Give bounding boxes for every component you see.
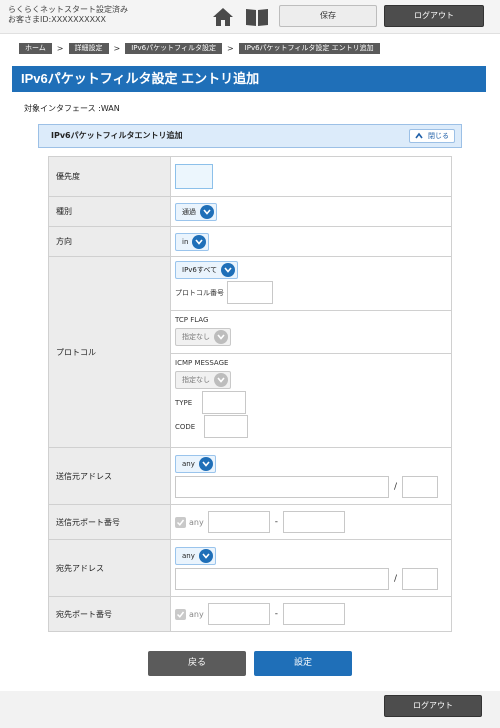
protocol-label: プロトコル [48, 256, 171, 448]
tcp-flag-section: TCP FLAG 指定なし [171, 311, 451, 354]
src-port-any-checkbox[interactable] [175, 516, 186, 528]
row-protocol: プロトコル IPv6すべて プロトコル番号 TCP FLAG 指定なし ICMP… [48, 256, 452, 448]
range-dash: - [274, 609, 278, 619]
protocol-select-value: IPv6すべて [182, 266, 218, 274]
src-address-select-value: any [182, 459, 195, 468]
panel-header: IPv6パケットフィルタエントリ追加 閉じる [38, 124, 462, 148]
protocol-section: IPv6すべて プロトコル番号 [171, 257, 451, 311]
status-text: らくらくネットスタート設定済み お客さまID:XXXXXXXXXX [8, 5, 128, 25]
target-interface: 対象インタフェース :WAN [24, 104, 120, 113]
icmp-type-input[interactable] [201, 391, 246, 414]
chevron-down-icon [214, 373, 228, 387]
range-dash: - [274, 517, 278, 527]
row-src-address: 送信元アドレス any / [48, 447, 452, 505]
prefix-slash: / [394, 481, 398, 492]
row-type: 種別 通過 [48, 196, 452, 227]
entry-form-table: 優先度 種別 通過 方向 in プロトコル IPv6すべて プロトコル番号 TC… [48, 156, 452, 632]
row-direction: 方向 in [48, 226, 452, 257]
src-port-label: 送信元ポート番号 [48, 504, 171, 540]
src-address-label: 送信元アドレス [48, 447, 171, 505]
protocol-number-label: プロトコル番号 [175, 289, 224, 297]
logout-button-top[interactable]: ログアウト [384, 5, 484, 27]
home-icon[interactable] [212, 7, 234, 27]
chevron-down-icon [214, 330, 228, 344]
src-address-input[interactable] [175, 475, 389, 498]
breadcrumb-separator: > [226, 43, 234, 53]
direction-select[interactable]: in [175, 232, 210, 251]
row-src-port: 送信元ポート番号 any - [48, 504, 452, 540]
row-dst-port: 宛先ポート番号 any - [48, 596, 452, 632]
dst-prefix-input[interactable] [402, 567, 439, 590]
direction-select-value: in [182, 237, 189, 246]
breadcrumb-separator: > [56, 43, 64, 53]
priority-input[interactable] [175, 164, 213, 189]
dst-address-label: 宛先アドレス [48, 539, 171, 597]
chevron-down-icon [198, 548, 213, 563]
tcp-flag-select-value: 指定なし [182, 333, 210, 341]
row-dst-address: 宛先アドレス any / [48, 539, 452, 597]
protocol-number-input[interactable] [226, 281, 273, 304]
tcp-flag-label: TCP FLAG [175, 316, 209, 324]
collapse-label: 閉じる [428, 132, 449, 140]
dst-address-select[interactable]: any [175, 546, 216, 565]
src-port-end-input[interactable] [282, 511, 345, 533]
src-port-start-input[interactable] [207, 511, 270, 533]
breadcrumb-ipv6-filter[interactable]: IPv6パケットフィルタ設定 [125, 42, 222, 54]
icmp-message-label: ICMP MESSAGE [175, 359, 229, 367]
type-label: 種別 [48, 196, 171, 227]
dst-port-start-input[interactable] [207, 603, 270, 625]
status-line-customer-id: お客さまID:XXXXXXXXXX [8, 15, 107, 24]
page-title: IPv6パケットフィルタ設定 エントリ追加 [12, 66, 486, 92]
dst-address-input[interactable] [175, 567, 389, 590]
priority-cell [170, 156, 452, 197]
row-priority: 優先度 [48, 156, 452, 197]
icmp-type-label: TYPE [175, 399, 193, 407]
icmp-code-label: CODE [175, 423, 196, 431]
footer-bar: ログアウト [0, 691, 500, 728]
logout-button-bottom[interactable]: ログアウト [384, 695, 482, 717]
status-line-setup: らくらくネットスタート設定済み [8, 5, 128, 14]
dst-address-select-value: any [182, 551, 195, 560]
chevron-down-icon [221, 263, 236, 277]
panel-title: IPv6パケットフィルタエントリ追加 [51, 131, 183, 140]
dst-port-end-input[interactable] [282, 603, 345, 625]
direction-label: 方向 [48, 226, 171, 257]
prefix-slash: / [394, 573, 398, 584]
back-button[interactable]: 戻る [148, 651, 246, 676]
chevron-down-icon [192, 234, 207, 249]
icmp-section: ICMP MESSAGE 指定なし TYPE CODE [171, 354, 451, 447]
type-select[interactable]: 通過 [175, 202, 217, 221]
dst-port-label: 宛先ポート番号 [48, 596, 171, 632]
book-icon[interactable] [245, 7, 269, 27]
icmp-code-input[interactable] [203, 415, 248, 438]
breadcrumb-current: IPv6パケットフィルタ設定 エントリ追加 [238, 42, 380, 54]
src-port-any-label: any [189, 517, 204, 527]
breadcrumb: ホーム > 詳細設定 > IPv6パケットフィルタ設定 > IPv6パケットフィ… [19, 42, 380, 54]
check-icon [177, 519, 184, 526]
breadcrumb-separator: > [113, 43, 121, 53]
type-select-value: 通過 [182, 207, 196, 216]
tcp-flag-select[interactable]: 指定なし [175, 328, 231, 346]
chevron-up-icon [415, 132, 423, 139]
icmp-message-select[interactable]: 指定なし [175, 371, 231, 389]
protocol-select[interactable]: IPv6すべて [175, 261, 239, 279]
src-prefix-input[interactable] [402, 475, 439, 498]
top-header: らくらくネットスタート設定済み お客さまID:XXXXXXXXXX 保存 ログア… [0, 0, 500, 34]
chevron-down-icon [198, 456, 213, 471]
icmp-message-select-value: 指定なし [182, 376, 210, 384]
submit-button[interactable]: 設定 [254, 651, 352, 676]
priority-label: 優先度 [48, 156, 171, 197]
collapse-button[interactable]: 閉じる [409, 129, 455, 143]
dst-port-any-label: any [189, 609, 204, 619]
save-button[interactable]: 保存 [279, 5, 377, 27]
breadcrumb-home[interactable]: ホーム [19, 42, 52, 54]
check-icon [177, 611, 184, 618]
chevron-down-icon [200, 204, 214, 219]
dst-port-any-checkbox[interactable] [175, 608, 186, 620]
breadcrumb-advanced-settings[interactable]: 詳細設定 [68, 42, 109, 54]
src-address-select[interactable]: any [175, 454, 216, 473]
